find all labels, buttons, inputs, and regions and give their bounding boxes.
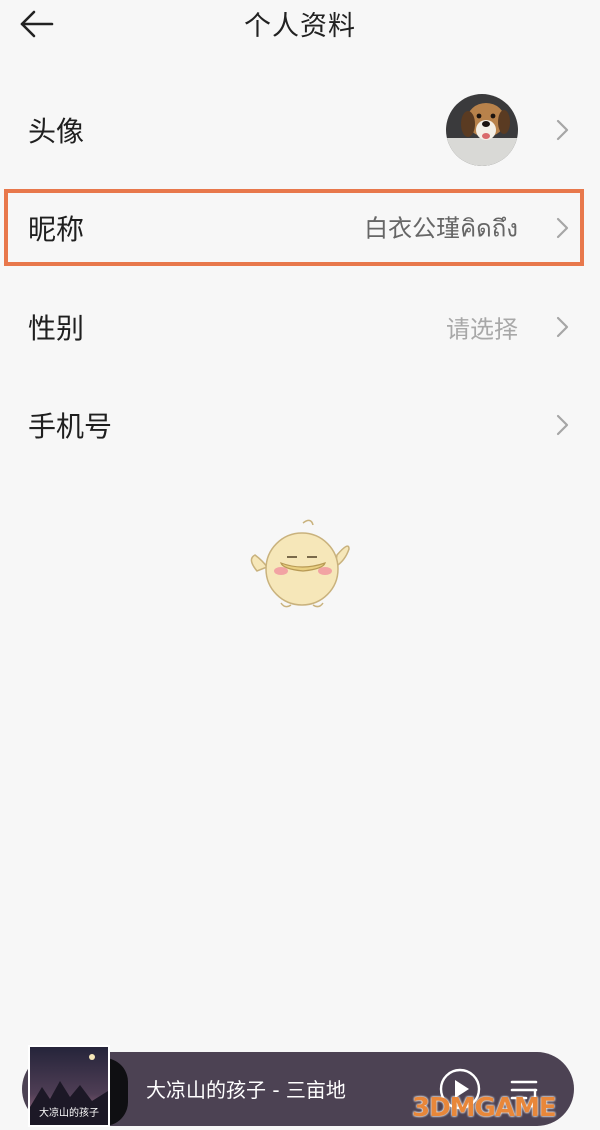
chevron-right-icon <box>556 217 569 239</box>
profile-row-nickname[interactable]: 昵称 白衣公瑾คิดถึง <box>0 180 600 276</box>
page-title: 个人资料 <box>244 11 356 42</box>
avatar[interactable] <box>446 94 518 166</box>
profile-row-avatar[interactable]: 头像 <box>0 82 600 178</box>
profile-row-gender[interactable]: 性别 请选择 <box>0 279 600 375</box>
nickname-value: 白衣公瑾คิดถึง <box>364 214 518 243</box>
row-label-avatar: 头像 <box>28 115 85 148</box>
row-label-gender: 性别 <box>28 312 85 345</box>
header-bar: 个人资料 <box>0 0 600 54</box>
dog-avatar-image <box>446 94 518 166</box>
album-cover[interactable]: 大凉山的孩子 <box>28 1045 110 1127</box>
chevron-right-icon <box>556 414 569 436</box>
watermark-text: 3DMGAME <box>412 1093 557 1123</box>
chevron-right-icon <box>556 119 569 141</box>
now-playing-title[interactable]: 大凉山的孩子 - 三亩地 <box>146 1074 346 1103</box>
row-label-nickname: 昵称 <box>28 213 85 246</box>
mascot-illustration <box>250 519 350 608</box>
album-title-text: 大凉山的孩子 <box>39 1108 99 1119</box>
chevron-right-icon <box>556 316 569 338</box>
gender-value: 请选择 <box>446 315 518 344</box>
profile-row-phone[interactable]: 手机号 <box>0 377 600 473</box>
row-label-phone: 手机号 <box>28 410 113 443</box>
